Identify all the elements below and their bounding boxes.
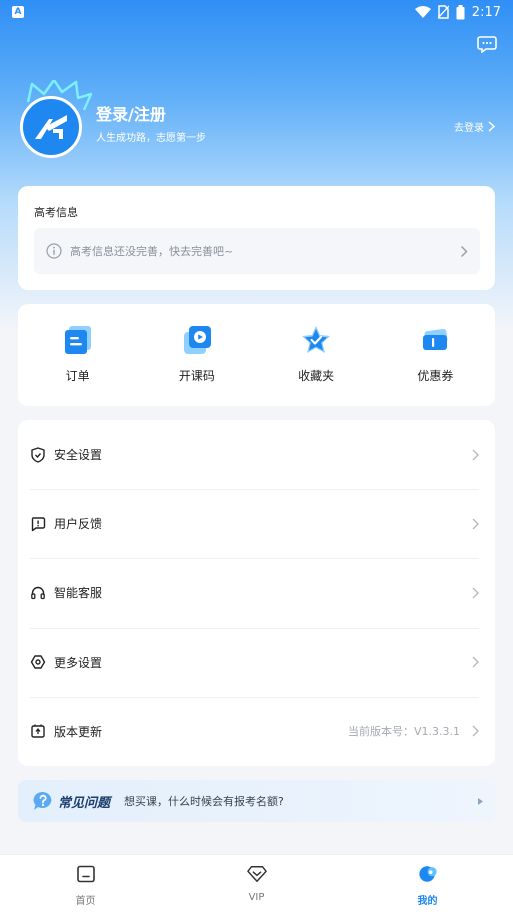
chevron-right-icon — [472, 656, 479, 668]
menu-item-label: 智能客服 — [54, 586, 103, 601]
profile-icon — [418, 864, 438, 884]
chevron-right-icon — [472, 518, 479, 530]
tab-vip[interactable]: VIP — [171, 855, 342, 912]
quick-action-label: 开课码 — [178, 369, 215, 383]
menu-item-security-settings[interactable]: 安全设置 — [18, 420, 495, 489]
profile-slogan: 人生成功路，志愿第一步 — [96, 133, 206, 144]
order-icon — [62, 324, 94, 356]
menu-item-more-settings[interactable]: 更多设置 — [18, 627, 495, 697]
quick-action-order[interactable]: 订单 — [18, 304, 137, 406]
faq-banner[interactable]: 常见问题 想买课，什么时候会有报考名额? — [18, 780, 495, 822]
course-code-icon — [181, 324, 213, 356]
shield-icon — [30, 446, 46, 463]
tab-label: VIP — [248, 892, 265, 903]
quick-action-label: 收藏夹 — [298, 369, 335, 383]
update-icon — [30, 723, 46, 739]
battery-icon — [456, 4, 465, 19]
quick-action-label: 优惠券 — [417, 369, 454, 383]
home-icon — [76, 864, 96, 884]
faq-logo: 常见问题 — [32, 791, 110, 811]
gaokao-prompt-text: 高考信息还没完善，快去完善吧~ — [70, 245, 234, 258]
menu-item-label: 版本更新 — [54, 724, 103, 739]
status-bar: A 2:17 — [0, 0, 513, 24]
menu-item-label: 用户反馈 — [54, 517, 103, 532]
settings-icon — [30, 654, 46, 670]
quick-action-favorites[interactable]: 收藏夹 — [257, 304, 376, 406]
quick-action-coupon[interactable]: 优惠券 — [376, 304, 495, 406]
triangle-right-icon — [478, 797, 483, 805]
app-notification-icon: A — [12, 6, 24, 18]
coupon-icon — [419, 324, 451, 356]
go-login-link[interactable]: 去登录 — [454, 119, 495, 134]
tab-home[interactable]: 首页 — [0, 855, 171, 912]
gaokao-info-card: 高考信息 高考信息还没完善，快去完善吧~ — [18, 186, 495, 290]
current-version-value: 当前版本号：V1.3.3.1 — [347, 725, 460, 739]
chevron-right-icon — [472, 449, 479, 461]
faq-question: 想买课，什么时候会有报考名额? — [124, 795, 284, 808]
quick-action-course-code[interactable]: 开课码 — [137, 304, 256, 406]
menu-item-user-feedback[interactable]: 用户反馈 — [18, 489, 495, 558]
avatar-area[interactable] — [18, 80, 93, 160]
quick-actions-card: 订单 开课码 收藏夹 优惠券 — [18, 304, 495, 406]
wifi-icon — [414, 6, 431, 18]
question-bubble-icon — [33, 791, 52, 810]
tab-label: 首页 — [75, 896, 96, 907]
message-icon — [477, 36, 497, 54]
bottom-tab-bar: 首页 VIP 我的 — [0, 854, 513, 912]
gaokao-info-prompt[interactable]: 高考信息还没完善，快去完善吧~ — [34, 228, 480, 274]
no-sim-icon — [437, 5, 449, 19]
faq-title: 常见问题 — [58, 795, 111, 811]
favorites-icon — [300, 324, 332, 356]
go-login-label: 去登录 — [454, 123, 484, 134]
tab-label: 我的 — [417, 896, 438, 907]
tab-profile[interactable]: 我的 — [342, 855, 513, 912]
chevron-right-icon — [460, 245, 468, 257]
info-icon — [46, 243, 62, 259]
chevron-right-icon — [488, 121, 495, 132]
login-register-title[interactable]: 登录/注册 — [96, 101, 166, 125]
message-button[interactable] — [477, 35, 497, 54]
chevron-right-icon — [472, 725, 479, 737]
headset-icon — [30, 585, 46, 601]
gaokao-info-title: 高考信息 — [34, 206, 78, 219]
brand-logo-icon — [35, 115, 67, 139]
menu-item-label: 更多设置 — [54, 655, 103, 670]
settings-menu-card: 安全设置 用户反馈 智能客服 更多设置 版本更新 当前版本号：V1.3.3.1 — [18, 420, 495, 766]
chevron-right-icon — [472, 587, 479, 599]
menu-item-smart-service[interactable]: 智能客服 — [18, 558, 495, 627]
vip-icon — [246, 864, 267, 884]
avatar[interactable] — [20, 96, 82, 158]
quick-action-label: 订单 — [65, 369, 90, 383]
feedback-icon — [30, 516, 46, 532]
menu-item-version-update[interactable]: 版本更新 当前版本号：V1.3.3.1 — [18, 696, 495, 766]
status-time: 2:17 — [471, 4, 501, 20]
menu-item-label: 安全设置 — [54, 448, 103, 463]
